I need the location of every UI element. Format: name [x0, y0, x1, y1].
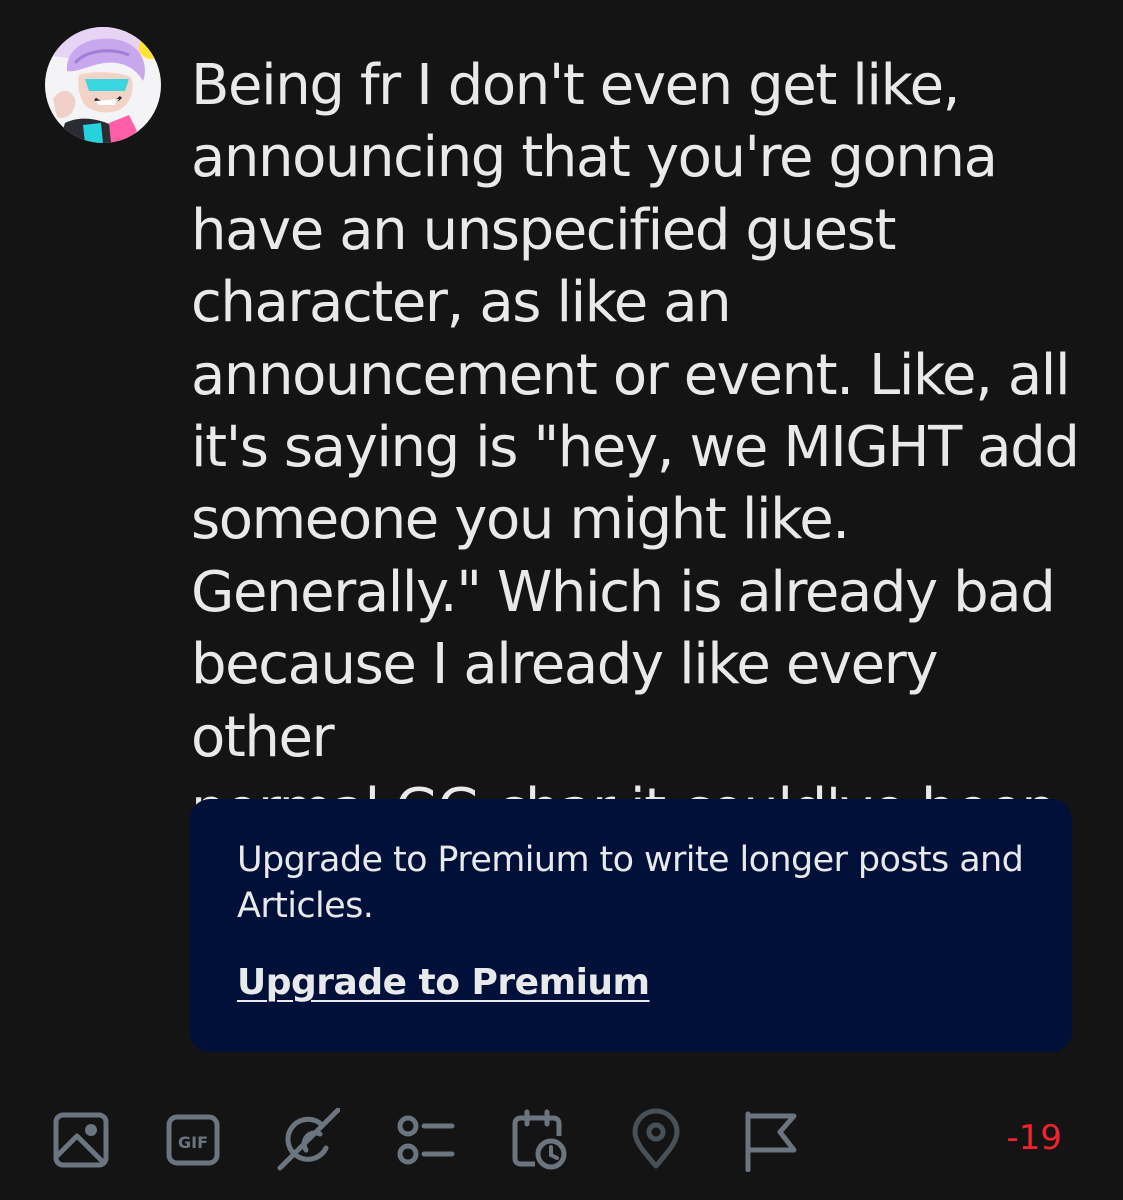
grok-icon [277, 1108, 340, 1171]
location-icon [632, 1108, 680, 1169]
poll-icon [397, 1115, 455, 1165]
schedule-button[interactable] [507, 1108, 571, 1172]
grok-button[interactable] [276, 1108, 340, 1172]
premium-message: Upgrade to Premium to write longer posts… [237, 840, 1024, 926]
gif-label: GIF [178, 1133, 208, 1152]
add-poll-button[interactable] [392, 1108, 456, 1172]
gif-icon: GIF [166, 1114, 220, 1166]
post-text[interactable]: Being fr I don't even get like, announci… [191, 50, 1091, 846]
avatar-image [45, 27, 161, 143]
character-count: -19 [1006, 1118, 1062, 1158]
add-gif-button[interactable]: GIF [161, 1108, 225, 1172]
schedule-icon [512, 1109, 567, 1170]
tag-button[interactable] [738, 1108, 802, 1172]
add-media-button[interactable] [49, 1108, 113, 1172]
add-location-button [624, 1108, 688, 1172]
upgrade-premium-link[interactable]: Upgrade to Premium [237, 962, 650, 1003]
avatar[interactable] [45, 27, 161, 143]
premium-upsell-card: Upgrade to Premium to write longer posts… [190, 799, 1072, 1052]
image-icon [53, 1112, 109, 1168]
flag-icon [745, 1111, 797, 1172]
